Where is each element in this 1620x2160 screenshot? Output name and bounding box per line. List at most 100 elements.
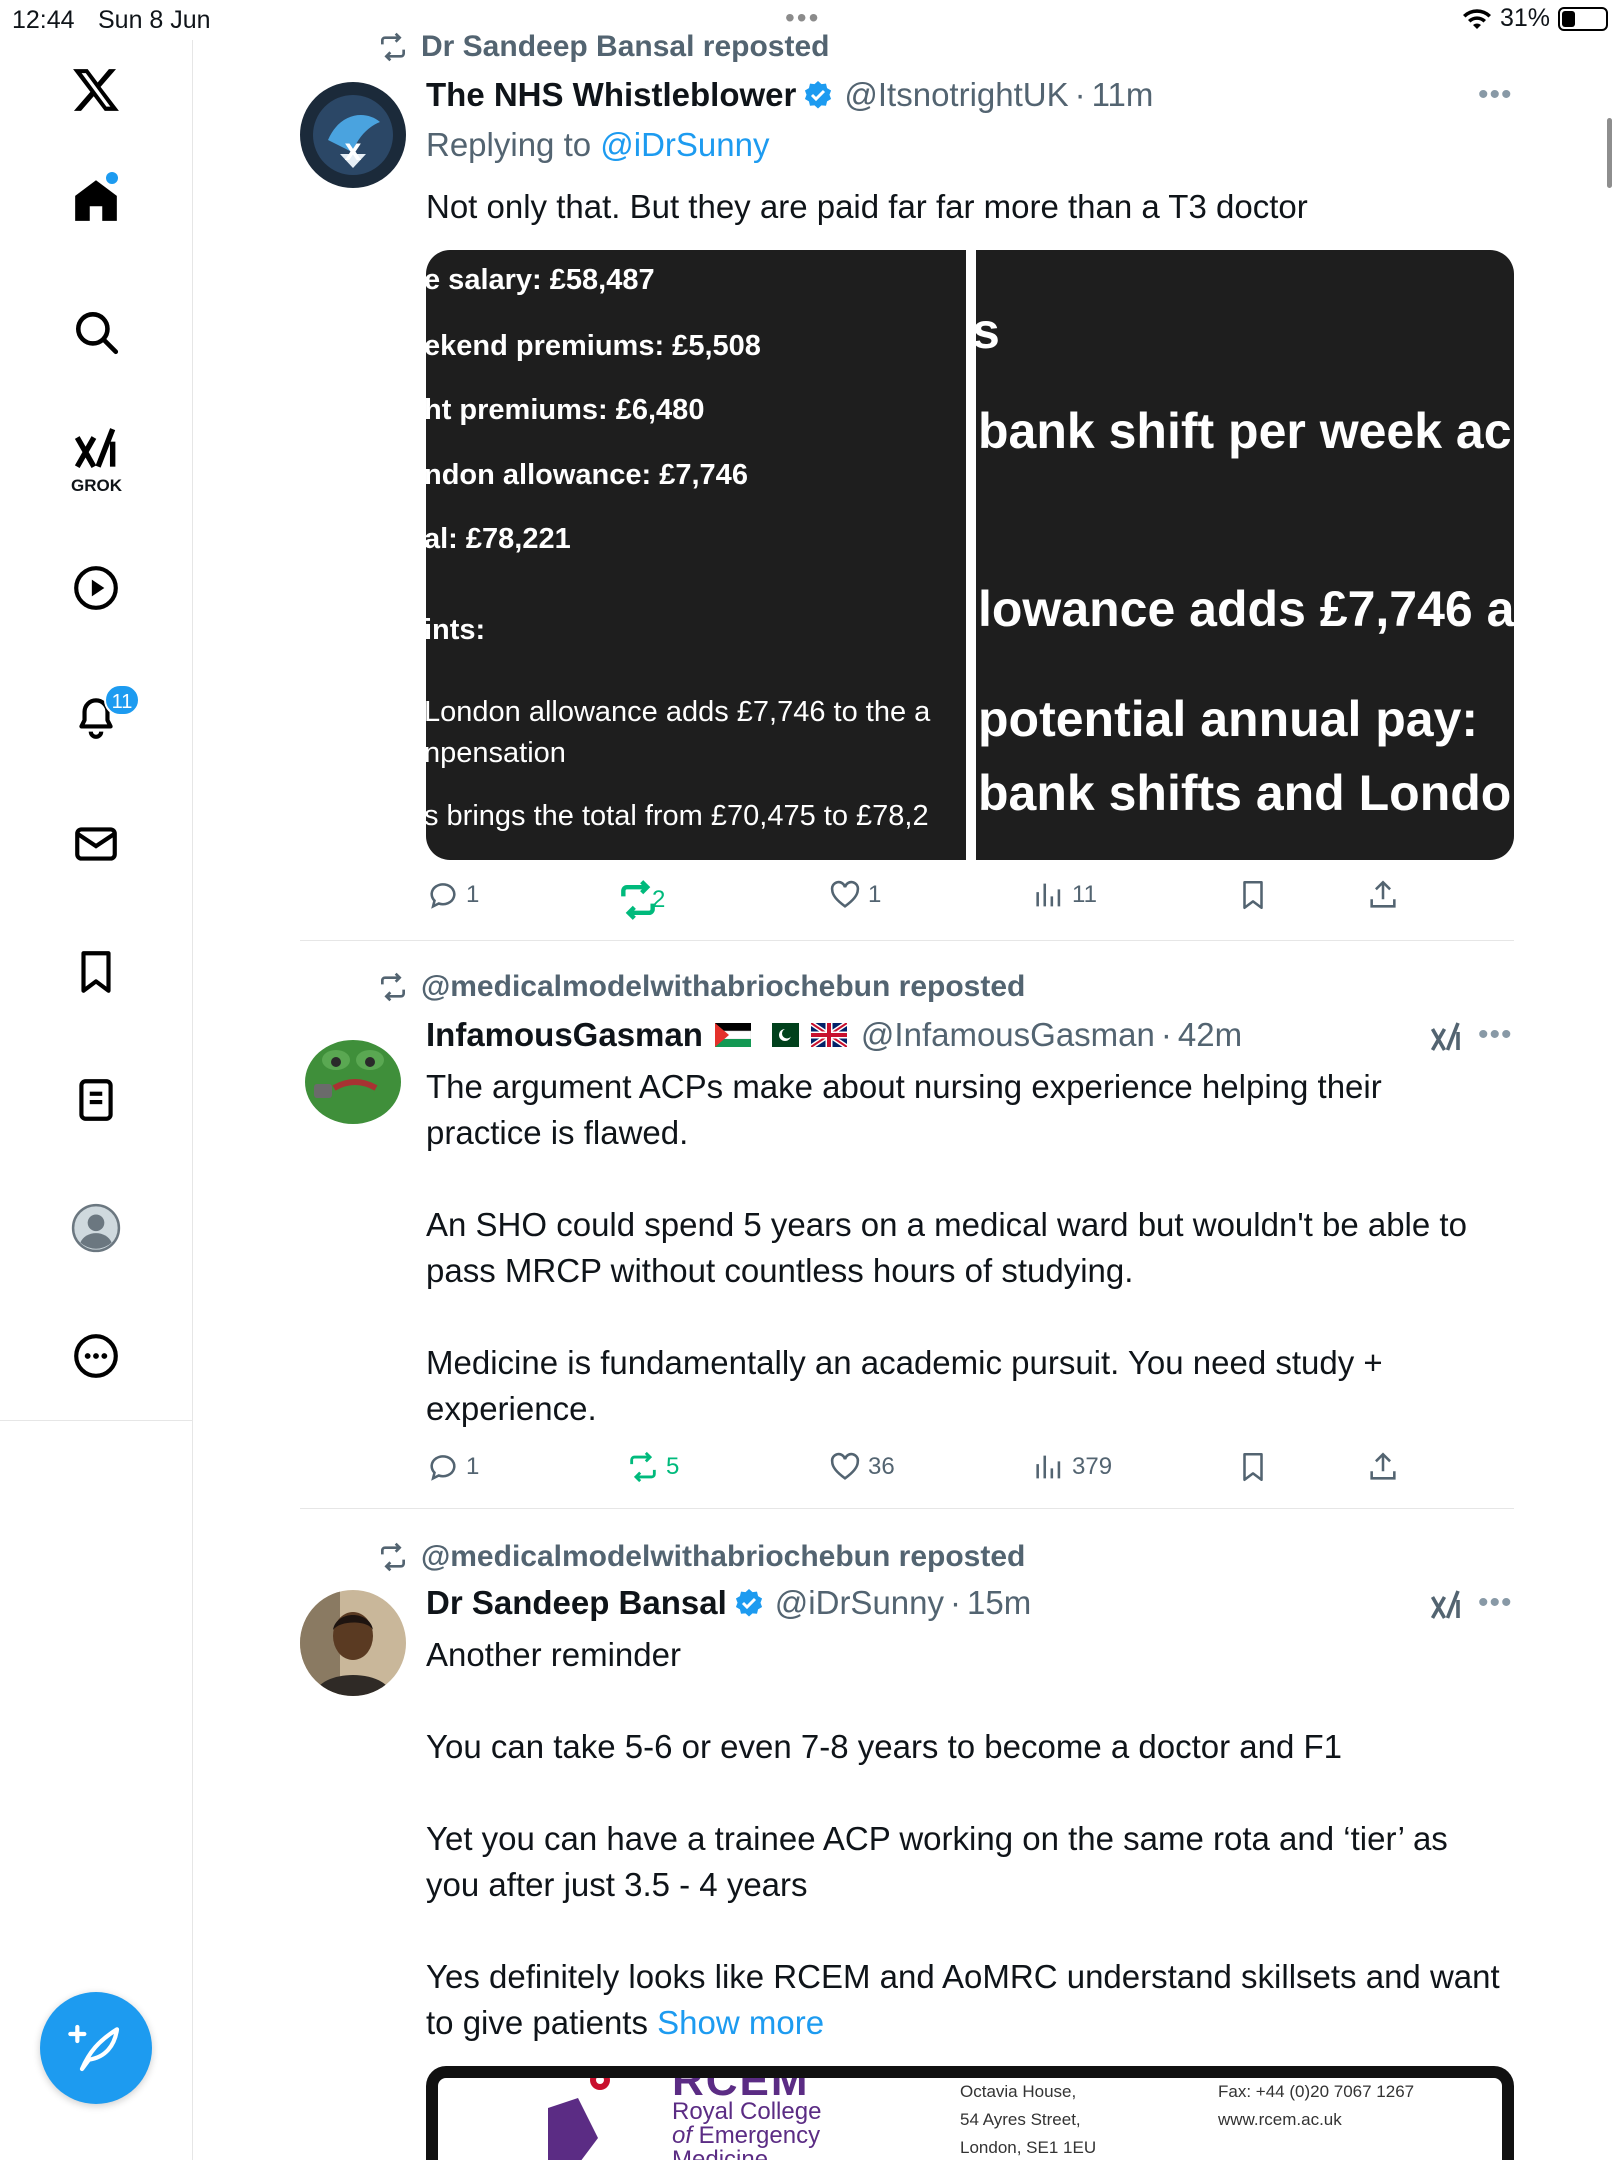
media-text-line: lowance adds £7,746 a (978, 581, 1514, 637)
like-button[interactable]: 36 (828, 1450, 895, 1484)
post-divider (300, 1508, 1514, 1509)
more-options-icon[interactable] (56, 1316, 136, 1396)
author-handle[interactable]: @InfamousGasman (861, 1016, 1155, 1054)
media-text-line: s (976, 303, 1000, 359)
views-count: 11 (1072, 881, 1097, 908)
pakistan-flag-icon (762, 1023, 799, 1047)
lists-icon[interactable] (56, 1060, 136, 1140)
video-icon[interactable] (56, 548, 136, 628)
reply-button[interactable]: 1 (426, 878, 479, 912)
separator-dot: · (1074, 76, 1086, 113)
repost-icon (381, 32, 405, 62)
media-text-line: London allowance adds £7,746 to the a (426, 696, 931, 728)
battery-icon (1558, 6, 1608, 31)
repost-icon (381, 1542, 405, 1572)
bookmark-icon (1243, 880, 1263, 910)
repost-count: 2 (652, 886, 666, 913)
media-image-right[interactable]: s bank shift per week ac lowance adds £7… (976, 250, 1514, 860)
x-logo-icon[interactable] (56, 50, 136, 130)
replying-prefix: Replying to (426, 126, 601, 163)
verified-badge-icon (805, 81, 832, 109)
grok-label: GROK (71, 476, 122, 495)
bookmark-button[interactable] (1236, 878, 1270, 912)
views-button[interactable]: 379 (1032, 1450, 1112, 1484)
share-upload-icon (1370, 1452, 1396, 1480)
repost-icon (381, 972, 405, 1002)
post-paragraph-last: Yes definitely looks like RCEM and AoMRC… (426, 1954, 1506, 2046)
sidebar-divider (0, 1420, 193, 1421)
share-button[interactable] (1366, 878, 1400, 912)
replying-to: Replying to @iDrSunny (426, 126, 770, 164)
sidebar-border (192, 1420, 193, 2160)
home-icon[interactable] (56, 160, 136, 240)
post-time[interactable]: 15m (967, 1584, 1031, 1622)
separator-dot: · (1160, 1016, 1172, 1053)
like-button[interactable]: 1 (828, 878, 881, 912)
show-more-link[interactable]: Show more (657, 2004, 824, 2041)
reply-button[interactable]: 1 (426, 1450, 479, 1484)
post-media[interactable]: e salary: £58,487 ekend premiums: £5,508… (426, 250, 1514, 860)
views-button[interactable]: 11 (1032, 878, 1097, 912)
author-handle[interactable]: @iDrSunny (775, 1584, 944, 1622)
reply-count: 1 (466, 1453, 480, 1480)
post-more-button[interactable]: ••• (1478, 78, 1513, 112)
media-text-line: ekend premiums: £5,508 (426, 330, 761, 362)
avatar[interactable] (300, 1022, 406, 1128)
address-line: 54 Ayres Street, (960, 2110, 1081, 2129)
post-time[interactable]: 42m (1178, 1016, 1242, 1054)
repost-button[interactable]: 5 (626, 1450, 679, 1484)
scrollbar[interactable] (1607, 118, 1612, 188)
post-more-button[interactable]: ••• (1478, 1586, 1513, 1620)
reply-bubble-icon (430, 1455, 456, 1481)
post-paragraph: The argument ACPs make about nursing exp… (426, 1068, 1382, 1151)
fax-number: Fax: +44 (0)20 7067 1267 (1218, 2082, 1415, 2101)
author-name[interactable]: Dr Sandeep Bansal (426, 1584, 727, 1622)
like-count: 1 (868, 881, 882, 908)
profile-avatar-icon[interactable] (56, 1188, 136, 1268)
uk-flag-icon (810, 1023, 847, 1047)
reply-count: 1 (466, 881, 480, 908)
media-text-line: potential annual pay: (978, 691, 1479, 747)
messages-mail-icon[interactable] (56, 804, 136, 884)
notifications-badge: 11 (104, 684, 140, 716)
separator-dot: · (950, 1584, 962, 1621)
svg-text:X: X (345, 141, 362, 166)
status-time: 12:44 (12, 6, 75, 34)
author-handle[interactable]: @ItsnotrightUK (844, 76, 1068, 114)
media-text-line: ht premiums: £6,480 (426, 394, 705, 426)
author-name[interactable]: InfamousGasman (426, 1016, 703, 1054)
search-icon[interactable] (56, 292, 136, 372)
media-text-line: bank shift per week ac (978, 403, 1512, 459)
grok-explain-icon[interactable] (1428, 1020, 1464, 1056)
author-name[interactable]: The NHS Whistleblower (426, 76, 796, 114)
reply-bubble-icon (430, 883, 456, 909)
repost-indicator: @medicalmodelwithabriochebun reposted (377, 970, 1025, 1004)
post-time[interactable]: 11m (1092, 76, 1154, 114)
grok-explain-icon[interactable] (1428, 1588, 1464, 1624)
post-divider (300, 940, 1514, 941)
home-unread-dot (106, 172, 118, 184)
bookmarks-icon[interactable] (56, 932, 136, 1012)
post-paragraph: Yet you can have a trainee ACP working o… (426, 1820, 1448, 1903)
attached-document-image[interactable]: RCEM Royal College of Emergency Medicine… (426, 2066, 1514, 2160)
address-line: Octavia House, (960, 2082, 1077, 2101)
replying-handle-link[interactable]: @iDrSunny (600, 126, 769, 163)
avatar[interactable]: X (300, 82, 406, 188)
compose-post-button[interactable] (40, 1992, 152, 2104)
share-button[interactable] (1366, 1450, 1400, 1484)
media-image-left[interactable]: e salary: £58,487 ekend premiums: £5,508… (426, 250, 966, 860)
share-upload-icon (1370, 880, 1396, 908)
media-text-line: npensation (426, 737, 566, 769)
bookmark-button[interactable] (1236, 1450, 1270, 1484)
post-text: Not only that. But they are paid far far… (426, 188, 1308, 225)
avatar[interactable] (300, 1590, 406, 1696)
post-paragraph: Yes definitely looks like RCEM and AoMRC… (426, 1958, 1500, 2041)
views-bar-chart-icon (1036, 1455, 1061, 1479)
repost-button[interactable]: 2 (616, 878, 665, 922)
post-more-button[interactable]: ••• (1478, 1018, 1513, 1052)
status-date: Sun 8 Jun (98, 6, 211, 34)
post-paragraph: An SHO could spend 5 years on a medical … (426, 1206, 1467, 1289)
wifi-icon (1462, 8, 1491, 29)
post-paragraph: You can take 5-6 or even 7-8 years to be… (426, 1728, 1343, 1765)
website: www.rcem.ac.uk (1218, 2110, 1342, 2129)
